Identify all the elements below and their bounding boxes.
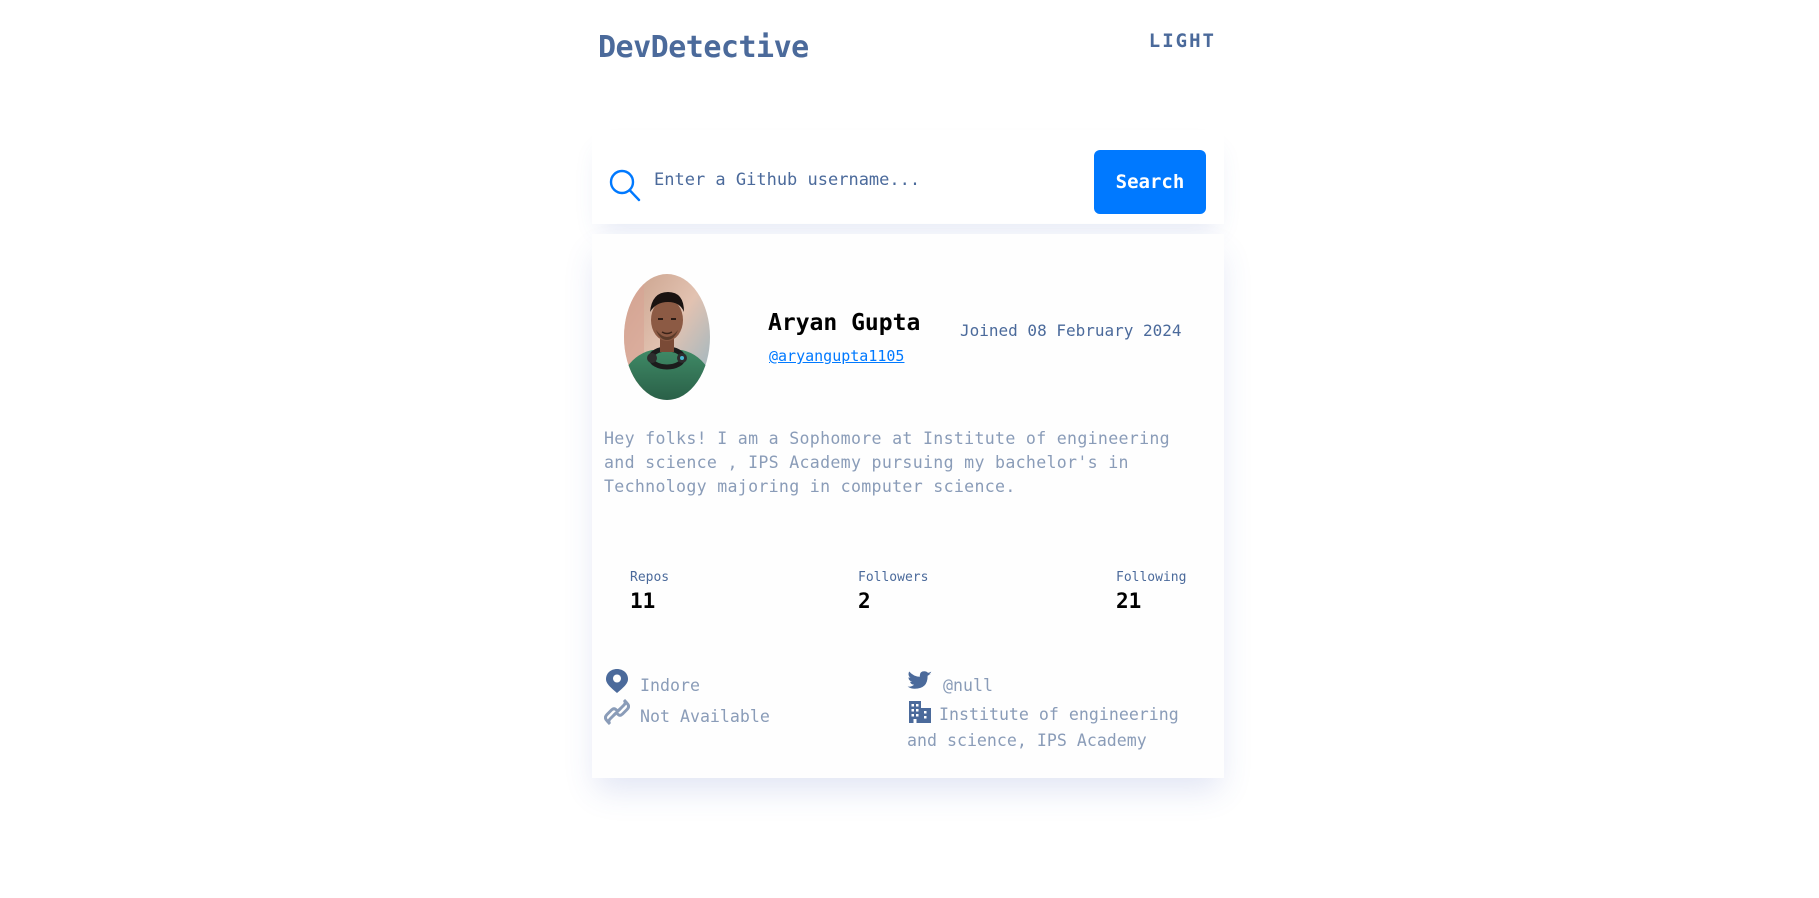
- profile-bio: Hey folks! I am a Sophomore at Institute…: [604, 429, 1170, 496]
- link-icon: [604, 699, 630, 725]
- search-bar: Search: [592, 130, 1224, 224]
- website-text: Not Available: [640, 707, 770, 726]
- theme-toggle-button[interactable]: LIGHT: [1149, 30, 1216, 52]
- twitter-icon: [907, 671, 932, 689]
- joined-date: Joined 08 February 2024: [960, 321, 1182, 340]
- twitter-item[interactable]: @null: [907, 668, 993, 698]
- company-item: Institute of engineering and science, IP…: [907, 699, 1207, 750]
- profile-name: Aryan Gupta: [768, 310, 921, 336]
- stat-followers-value: 2: [858, 589, 871, 613]
- building-icon: [909, 701, 931, 723]
- stat-repos: Repos 11: [630, 570, 669, 613]
- stat-repos-value: 11: [630, 589, 656, 613]
- stat-repos-label: Repos: [630, 570, 670, 585]
- location-text: Indore: [640, 676, 700, 695]
- stat-following-label: Following: [1116, 570, 1187, 585]
- search-icon: [609, 169, 641, 202]
- location-pin-icon: [606, 669, 628, 693]
- company-text: Institute of engineering and science, IP…: [907, 705, 1179, 750]
- stat-following: Following 21: [1116, 570, 1186, 613]
- profile-login-link[interactable]: @aryangupta1105: [769, 347, 904, 365]
- location-item: Indore: [604, 668, 700, 698]
- stat-following-value: 21: [1116, 589, 1142, 613]
- avatar: [624, 274, 710, 400]
- profile-card: Aryan Gupta @aryangupta1105 Joined 08 Fe…: [592, 234, 1224, 778]
- twitter-text: @null: [943, 676, 993, 695]
- stat-followers-label: Followers: [858, 570, 929, 585]
- search-button[interactable]: Search: [1094, 150, 1206, 214]
- website-item[interactable]: Not Available: [604, 699, 770, 729]
- header: DevDetective LIGHT: [592, 18, 1224, 118]
- app-container: DevDetective LIGHT Search: [592, 18, 1224, 778]
- stat-followers: Followers 2: [858, 570, 928, 613]
- app-logo: DevDetective: [598, 30, 809, 65]
- search-input[interactable]: [654, 160, 1054, 200]
